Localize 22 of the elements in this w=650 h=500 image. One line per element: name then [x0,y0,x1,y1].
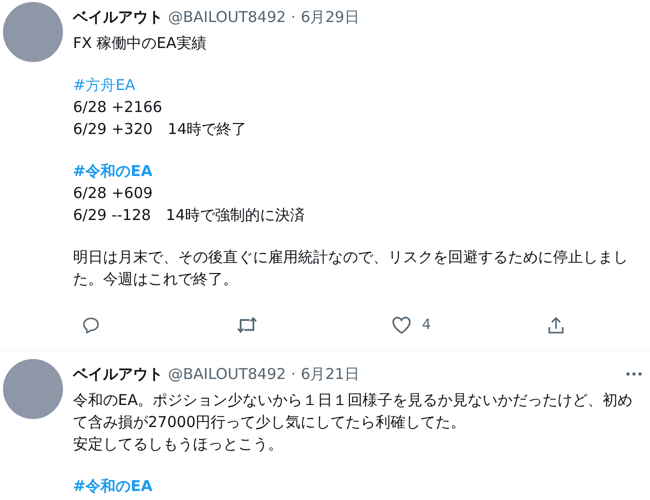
display-name[interactable]: ベイルアウト [73,364,163,384]
separator-dot: · [290,8,296,26]
like-count: 4 [422,317,431,333]
share-icon[interactable] [546,314,566,336]
tweet-date[interactable]: 6月29日 [300,8,360,26]
separator-dot: · [290,365,296,383]
user-handle[interactable]: @BAILOUT8492 [168,365,286,383]
tweet-text: 6/28 +609 [73,183,154,204]
user-handle[interactable]: @BAILOUT8492 [168,8,286,26]
reply-icon[interactable] [81,315,101,335]
heart-icon[interactable] [391,315,412,335]
tweet-text: 6/29 --128 14時で強制的に決済 [73,205,306,226]
tweet-text: 6/29 +320 14時で終了 [73,119,248,140]
tweet-text: FX 稼働中のEA実績 [73,33,208,54]
display-name[interactable]: ベイルアウト [73,8,163,26]
tweet-text: 安定してるしもうほっとこう。 [73,434,284,455]
tweet-text: 令和のEA。ポジション少ないから１日１回様子を見るか見ないかだったけど、初めて含み損が27000円行って少し気にしてたら利確してた。 [73,390,634,433]
more-icon[interactable] [626,372,642,376]
retweet-icon[interactable] [236,315,258,335]
tweet-text: 明日は月末で、その後直ぐに雇用統計なので、リスクを回避するために停止しました。今週はこれで終了。 [73,247,629,290]
tweet-date[interactable]: 6月21日 [300,364,360,384]
tweet-text: 6/28 +2166 [73,97,164,118]
